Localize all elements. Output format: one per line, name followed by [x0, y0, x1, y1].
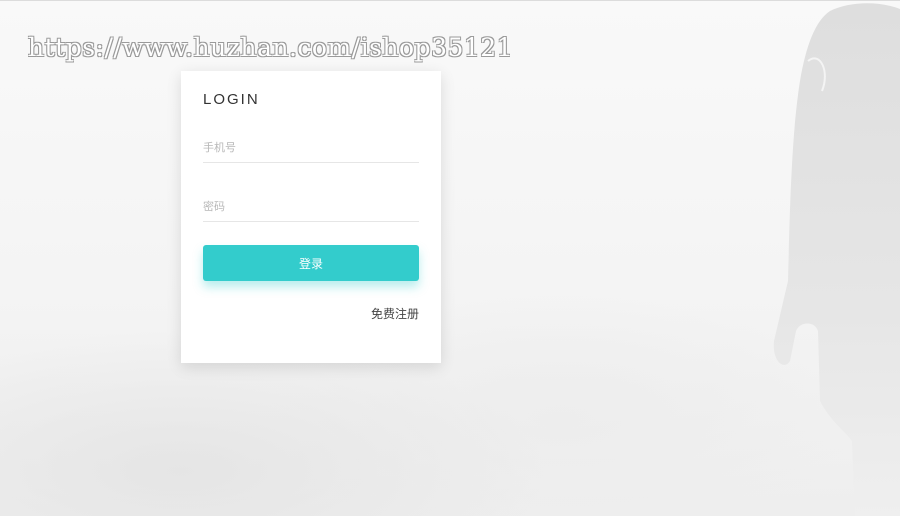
register-link[interactable]: 免费注册: [371, 305, 419, 322]
phone-field: [203, 136, 419, 163]
login-page: https://www.huzhan.com/ishop35121 LOGIN …: [0, 0, 900, 516]
login-button[interactable]: 登录: [203, 245, 419, 281]
login-card: LOGIN 登录 免费注册: [181, 71, 441, 363]
password-field: [203, 195, 419, 222]
background-runner-image: [773, 3, 900, 516]
login-title: LOGIN: [203, 91, 260, 108]
watermark-text: https://www.huzhan.com/ishop35121: [28, 33, 514, 62]
phone-input[interactable]: [203, 136, 419, 160]
password-input[interactable]: [203, 195, 419, 219]
